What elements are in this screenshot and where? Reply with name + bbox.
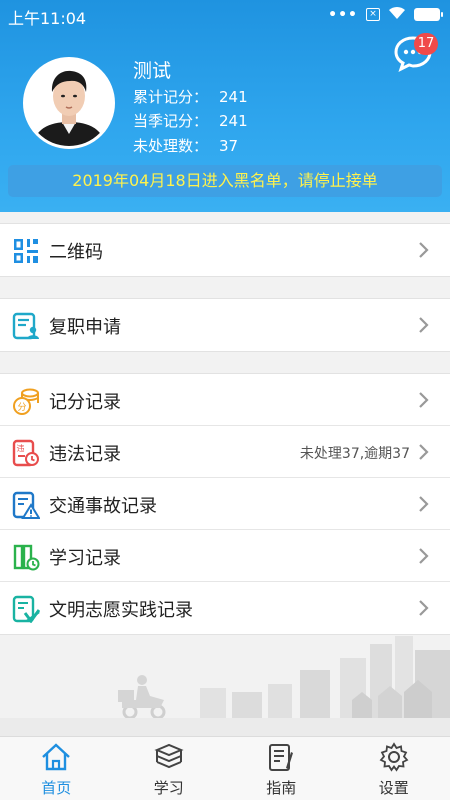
- coins-score-icon: 分: [13, 388, 39, 415]
- menu-item-accident-records[interactable]: 交通事故记录: [0, 478, 450, 530]
- books-icon: [153, 743, 184, 769]
- stat-label: 未处理数：: [133, 137, 209, 155]
- blacklist-notice: 2019年04月18日进入黑名单，请停止接单: [8, 165, 442, 197]
- menu-label: 复职申请: [49, 317, 121, 338]
- user-photo-icon: [26, 60, 112, 146]
- chevron-right-icon: [419, 548, 429, 564]
- menu-group-records: 分 记分记录 违 违法记录 未处理37,逾期37 交通事故记录 学习记录 文明志…: [0, 373, 450, 635]
- chevron-right-icon: [419, 600, 429, 616]
- status-icons: ••• ×: [328, 5, 443, 24]
- tab-label: 学习: [153, 779, 184, 797]
- bottom-tab-bar: 首页 学习 指南 设置: [0, 736, 450, 800]
- violation-summary: 未处理37,逾期37: [299, 446, 410, 462]
- stat-value: 241: [219, 112, 248, 130]
- stat-quarter-score: 当季记分： 241: [133, 110, 248, 131]
- violation-doc-icon: 违: [12, 439, 39, 467]
- tab-guide[interactable]: 指南: [225, 737, 338, 800]
- tab-settings[interactable]: 设置: [338, 737, 450, 800]
- stat-value: 241: [219, 88, 248, 106]
- wifi-icon: [388, 5, 406, 24]
- tab-label: 首页: [41, 779, 72, 797]
- gear-icon: [379, 742, 408, 772]
- tab-label: 指南: [266, 779, 297, 797]
- guide-icon: [269, 744, 293, 771]
- study-book-icon: [13, 544, 40, 571]
- stat-label: 当季记分：: [133, 112, 209, 130]
- tab-study[interactable]: 学习: [113, 737, 226, 800]
- menu-label: 记分记录: [49, 392, 121, 413]
- stat-value: 37: [219, 137, 239, 155]
- message-count-badge: 17: [414, 33, 438, 55]
- reinstatement-doc-icon: [12, 312, 39, 340]
- more-dots-icon: •••: [328, 6, 358, 23]
- profile-header: 上午11:04 ••• × 17 测试 累计记分： 241 当季记分： 241 …: [0, 0, 450, 212]
- battery-icon: [414, 8, 443, 21]
- svg-text:违: 违: [17, 444, 25, 453]
- user-name: 测试: [133, 60, 172, 82]
- menu-item-violation-records[interactable]: 违 违法记录 未处理37,逾期37: [0, 426, 450, 478]
- chevron-right-icon: [419, 444, 429, 460]
- menu-label: 文明志愿实践记录: [49, 600, 193, 621]
- tab-home[interactable]: 首页: [0, 737, 113, 800]
- tab-label: 设置: [378, 779, 409, 797]
- chevron-right-icon: [419, 317, 429, 333]
- home-icon: [42, 743, 70, 771]
- menu-group-reinstatement: 复职申请: [0, 298, 450, 352]
- menu-item-qr-code[interactable]: 二维码: [0, 224, 450, 276]
- menu-item-study-records[interactable]: 学习记录: [0, 530, 450, 582]
- menu-item-reinstatement[interactable]: 复职申请: [0, 299, 450, 351]
- status-time: 上午11:04: [8, 9, 87, 28]
- menu-item-volunteer-records[interactable]: 文明志愿实践记录: [0, 582, 450, 634]
- stat-total-score: 累计记分： 241: [133, 86, 248, 107]
- sim-icon: ×: [366, 8, 380, 21]
- menu-label: 学习记录: [49, 548, 121, 569]
- stat-label: 累计记分：: [133, 88, 209, 106]
- city-skyline-illustration: [0, 636, 450, 736]
- chevron-right-icon: [419, 242, 429, 258]
- menu-label: 违法记录: [49, 444, 121, 465]
- stat-unprocessed: 未处理数： 37: [133, 135, 238, 156]
- svg-text:分: 分: [17, 402, 26, 413]
- volunteer-doc-icon: [12, 595, 40, 623]
- menu-label: 二维码: [49, 242, 103, 263]
- qr-code-icon: [14, 239, 38, 263]
- avatar[interactable]: [23, 57, 115, 149]
- menu-label: 交通事故记录: [49, 496, 157, 517]
- menu-group-qr: 二维码: [0, 223, 450, 277]
- accident-warning-icon: [12, 491, 40, 519]
- chevron-right-icon: [419, 496, 429, 512]
- menu-item-score-records[interactable]: 分 记分记录: [0, 374, 450, 426]
- chevron-right-icon: [419, 392, 429, 408]
- status-bar: 上午11:04 ••• ×: [0, 0, 450, 30]
